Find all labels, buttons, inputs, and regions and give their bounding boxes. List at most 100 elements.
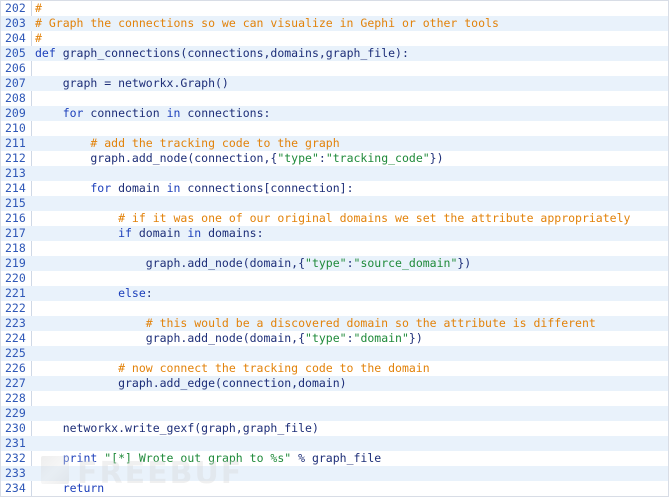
code-line: 217 if domain in domains: [1,226,668,241]
line-number: 214 [5,181,26,195]
code-text: graph = networkx.Graph() [31,76,668,91]
line-number: 221 [5,286,26,300]
code-token: graph.add_node(domain,{ [35,256,306,270]
code-token: # [35,1,42,15]
code-text: graph.add_node(domain,{"type":"domain"}) [31,331,668,346]
code-token: print [35,451,105,465]
line-number: 217 [5,226,26,240]
code-token: graph_connections(connections,domains,gr… [62,46,409,60]
code-text: # now connect the tracking code to the d… [31,361,668,376]
code-token: for [35,106,91,120]
code-token: in [187,226,209,240]
code-text: for domain in connections[connection]: [31,181,668,196]
code-text: # add the tracking code to the graph [31,136,668,151]
code-line: 225 [1,346,668,361]
code-token: domain [138,226,188,240]
line-number: 205 [5,46,26,60]
code-line: 231 [1,436,668,451]
code-token: graph = networkx.Graph() [35,76,229,90]
code-line: 224 graph.add_node(domain,{"type":"domai… [1,331,668,346]
code-line: 233 [1,466,668,481]
line-number: 220 [5,271,26,285]
line-number: 210 [5,121,26,135]
code-text: else: [31,286,668,301]
code-line: 209 for connection in connections: [1,106,668,121]
code-line: 218 [1,241,668,256]
code-text: # if it was one of our original domains … [31,211,668,226]
line-number: 218 [5,241,26,255]
code-token: "source_domain" [353,256,458,270]
code-line: 204 # [1,31,668,46]
code-text: for connection in connections: [31,106,668,121]
code-token: for [35,181,119,195]
code-line: 207 graph = networkx.Graph() [1,76,668,91]
code-line: 215 [1,196,668,211]
code-token: connections: [187,106,271,120]
code-text: networkx.write_gexf(graph,graph_file) [31,421,668,436]
line-number: 208 [5,91,26,105]
line-number: 211 [5,136,26,150]
code-token: }) [429,151,444,165]
line-number: 232 [5,451,26,465]
code-token: "type" [305,331,347,345]
code-lines: 202 #203 # Graph the connections so we can… [1,1,668,496]
code-token: # if it was one of our original domains … [35,211,631,225]
line-number: 212 [5,151,26,165]
code-line: 202 # [1,1,668,16]
code-line: 203 # Graph the connections so we can vis… [1,16,668,31]
line-number: 224 [5,331,26,345]
line-number: 225 [5,346,26,360]
code-token: : [318,151,326,165]
code-token: graph.add_edge(connection,domain) [35,376,347,390]
code-line: 228 [1,391,668,406]
line-number: 207 [5,76,26,90]
line-number: 202 [5,1,26,15]
code-line: 230 networkx.write_gexf(graph,graph_file… [1,421,668,436]
code-text: print "[*] Wrote out graph to %s" % grap… [31,451,668,466]
code-token: % graph_file [291,451,382,465]
code-token: }) [408,331,423,345]
code-token: connections[connection]: [187,181,354,195]
code-text: graph.add_edge(connection,domain) [31,376,668,391]
code-token: in [166,106,188,120]
code-view: 202 #203 # Graph the connections so we can… [0,0,669,497]
code-text: def graph_connections(connections,domain… [31,46,668,61]
code-line: 214 for domain in connections[connection… [1,181,668,196]
line-number: 222 [5,301,26,315]
line-number: 223 [5,316,26,330]
line-number: 230 [5,421,26,435]
code-line: 219 graph.add_node(domain,{"type":"sourc… [1,256,668,271]
code-token: # this would be a discovered domain so t… [35,316,596,330]
code-token: if [35,226,139,240]
code-text: # Graph the connections so we can visual… [31,16,668,31]
code-token: domains: [208,226,264,240]
code-text: return [31,481,668,496]
code-token: "type" [277,151,319,165]
line-number: 215 [5,196,26,210]
code-line: 222 [1,301,668,316]
line-number: 213 [5,166,26,180]
code-token: : [145,286,153,300]
code-line: 212 graph.add_node(connection,{"type":"t… [1,151,668,166]
line-number: 227 [5,376,26,390]
code-token: connection [90,106,167,120]
code-token: "type" [305,256,347,270]
code-line: 220 [1,271,668,286]
code-line: 229 [1,406,668,421]
code-line: 206 [1,61,668,76]
code-token: "[*] Wrote out graph to %s" [104,451,292,465]
code-token: # now connect the tracking code to the d… [35,361,430,375]
line-number: 203 [5,16,26,30]
code-token: def [35,46,63,60]
